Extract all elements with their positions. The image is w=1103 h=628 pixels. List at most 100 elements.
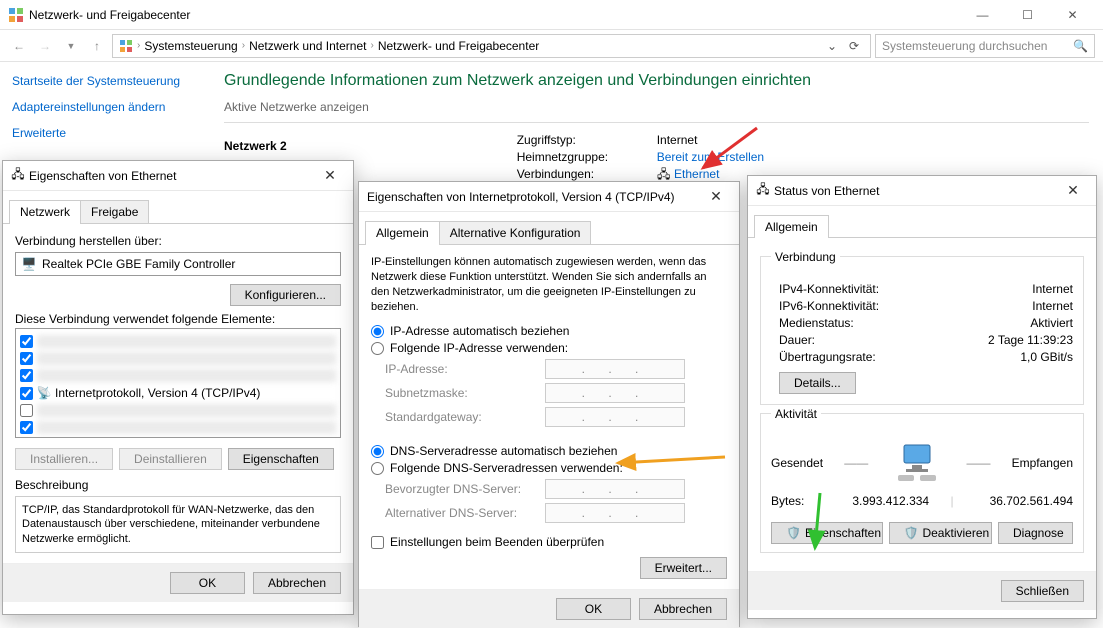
dns-manual-label: Folgende DNS-Serveradressen verwenden:: [390, 461, 623, 475]
ethernet-icon: 🖧: [756, 184, 770, 198]
dns-pref-label: Bevorzugter DNS-Server:: [385, 482, 535, 496]
history-dropdown[interactable]: ▼: [60, 35, 82, 57]
validate-label: Einstellungen beim Beenden überprüfen: [390, 535, 604, 549]
list-checkbox[interactable]: [20, 335, 33, 348]
list-checkbox[interactable]: [20, 352, 33, 365]
dns-manual-radio[interactable]: [371, 462, 384, 475]
dns-auto-radio[interactable]: [371, 445, 384, 458]
ip-manual-radio[interactable]: [371, 342, 384, 355]
forward-button[interactable]: →: [34, 35, 56, 57]
back-button[interactable]: ←: [8, 35, 30, 57]
ipv6-conn-label: IPv6-Konnektivität:: [779, 299, 879, 313]
connection-group-label: Verbindung: [771, 250, 840, 264]
properties-button[interactable]: Eigenschaften: [228, 448, 334, 470]
bytes-label: Bytes:: [771, 494, 831, 508]
subnet-label: Subnetzmaske:: [385, 386, 535, 400]
breadcrumb[interactable]: › Systemsteuerung › Netzwerk und Interne…: [112, 34, 871, 58]
ethernet-status-dialog: 🖧 Status von Ethernet ✕ Allgemein Verbin…: [747, 175, 1097, 619]
dns-auto-label: DNS-Serveradresse automatisch beziehen: [390, 444, 617, 458]
page-heading: Grundlegende Informationen zum Netzwerk …: [224, 72, 1089, 90]
breadcrumb-item[interactable]: Netzwerk und Internet: [249, 39, 366, 53]
intro-text: IP-Einstellungen können automatisch zuge…: [371, 255, 727, 314]
close-icon[interactable]: ✕: [1058, 182, 1088, 199]
refresh-icon[interactable]: ⟳: [844, 36, 864, 56]
navigation-bar: ← → ▼ ↑ › Systemsteuerung › Netzwerk und…: [0, 30, 1103, 62]
description-label: Beschreibung: [15, 478, 341, 492]
ipv4-conn-value: Internet: [1032, 282, 1073, 296]
sent-label: Gesendet: [771, 456, 823, 470]
tab-alternative[interactable]: Alternative Konfiguration: [439, 221, 592, 245]
ok-button[interactable]: OK: [556, 598, 631, 620]
uses-label: Diese Verbindung verwendet folgende Elem…: [15, 312, 341, 326]
ip-auto-label: IP-Adresse automatisch beziehen: [390, 324, 569, 338]
sidebar-adapter-link[interactable]: Adaptereinstellungen ändern: [12, 100, 198, 114]
ethernet-icon: 🖧: [11, 169, 25, 183]
activity-group-label: Aktivität: [771, 407, 821, 421]
device-name: Realtek PCIe GBE Family Controller: [42, 257, 235, 271]
dialog-title: Eigenschaften von Ethernet: [29, 169, 315, 183]
list-checkbox[interactable]: [20, 369, 33, 382]
shield-icon: 🛡️: [786, 526, 801, 540]
close-icon[interactable]: ✕: [315, 167, 345, 184]
search-icon: 🔍: [1073, 39, 1088, 53]
details-button[interactable]: Details...: [779, 372, 856, 394]
access-type-value: Internet: [657, 133, 698, 147]
ethernet-properties-dialog: 🖧 Eigenschaften von Ethernet ✕ Netzwerk …: [2, 160, 354, 615]
bytes-received: 36.702.561.494: [954, 494, 1073, 508]
connect-via-label: Verbindung herstellen über:: [15, 234, 341, 248]
dialog-title: Eigenschaften von Internetprotokoll, Ver…: [367, 190, 701, 204]
ok-button[interactable]: OK: [170, 572, 245, 594]
device-box: 🖥️ Realtek PCIe GBE Family Controller: [15, 252, 341, 276]
list-checkbox[interactable]: [20, 387, 33, 400]
breadcrumb-item[interactable]: Netzwerk- und Freigabecenter: [378, 39, 539, 53]
uninstall-button[interactable]: Deinstallieren: [119, 448, 222, 470]
gateway-input: . . .: [545, 407, 685, 427]
configure-button[interactable]: Konfigurieren...: [230, 284, 341, 306]
blurred-item: [37, 404, 336, 417]
window-title: Netzwerk- und Freigabecenter: [29, 8, 960, 22]
close-button[interactable]: Schließen: [1001, 580, 1084, 602]
main-titlebar: Netzwerk- und Freigabecenter — ☐ ✕: [0, 0, 1103, 30]
close-button[interactable]: ✕: [1050, 1, 1095, 29]
list-checkbox[interactable]: [20, 404, 33, 417]
advanced-button[interactable]: Erweitert...: [640, 557, 727, 579]
homegroup-link[interactable]: Bereit zum Erstellen: [657, 150, 764, 164]
breadcrumb-item[interactable]: Systemsteuerung: [144, 39, 237, 53]
tab-share[interactable]: Freigabe: [80, 200, 149, 224]
protocol-icon: 📡: [37, 386, 51, 400]
close-icon[interactable]: ✕: [701, 188, 731, 205]
cancel-button[interactable]: Abbrechen: [253, 572, 341, 594]
sidebar-home-link[interactable]: Startseite der Systemsteuerung: [12, 74, 198, 88]
tab-general[interactable]: Allgemein: [365, 221, 440, 245]
disable-button[interactable]: 🛡️Deaktivieren: [889, 522, 992, 544]
ethernet-link[interactable]: Ethernet: [674, 167, 719, 181]
search-placeholder: Systemsteuerung durchsuchen: [882, 39, 1067, 53]
protocol-list[interactable]: 📡 Internetprotokoll, Version 4 (TCP/IPv4)…: [15, 328, 341, 438]
up-button[interactable]: ↑: [86, 35, 108, 57]
shield-icon: 🛡️: [904, 526, 919, 540]
validate-checkbox[interactable]: [371, 536, 384, 549]
cancel-button[interactable]: Abbrechen: [639, 598, 727, 620]
list-checkbox[interactable]: [20, 421, 33, 434]
sidebar-advanced-link[interactable]: Erweiterte: [12, 126, 198, 140]
ipv4-item[interactable]: Internetprotokoll, Version 4 (TCP/IPv4): [55, 386, 260, 400]
received-label: Empfangen: [1012, 456, 1073, 470]
activity-icon: [889, 442, 945, 484]
ip-manual-label: Folgende IP-Adresse verwenden:: [390, 341, 568, 355]
diagnose-button[interactable]: Diagnose: [998, 522, 1073, 544]
network-name: Netzwerk 2: [224, 139, 287, 153]
blurred-item: [37, 335, 336, 348]
tab-network[interactable]: Netzwerk: [9, 200, 81, 224]
dns-alt-input: . . .: [545, 503, 685, 523]
access-type-label: Zugriffstyp:: [517, 133, 637, 147]
duration-label: Dauer:: [779, 333, 815, 347]
maximize-button[interactable]: ☐: [1005, 1, 1050, 29]
tab-general[interactable]: Allgemein: [754, 215, 829, 238]
search-input[interactable]: Systemsteuerung durchsuchen 🔍: [875, 34, 1095, 58]
ip-auto-radio[interactable]: [371, 325, 384, 338]
blurred-item: [37, 421, 336, 434]
minimize-button[interactable]: —: [960, 1, 1005, 29]
dropdown-icon[interactable]: ⌄: [822, 36, 842, 56]
properties-button[interactable]: 🛡️Eigenschaften: [771, 522, 883, 544]
install-button[interactable]: Installieren...: [15, 448, 113, 470]
